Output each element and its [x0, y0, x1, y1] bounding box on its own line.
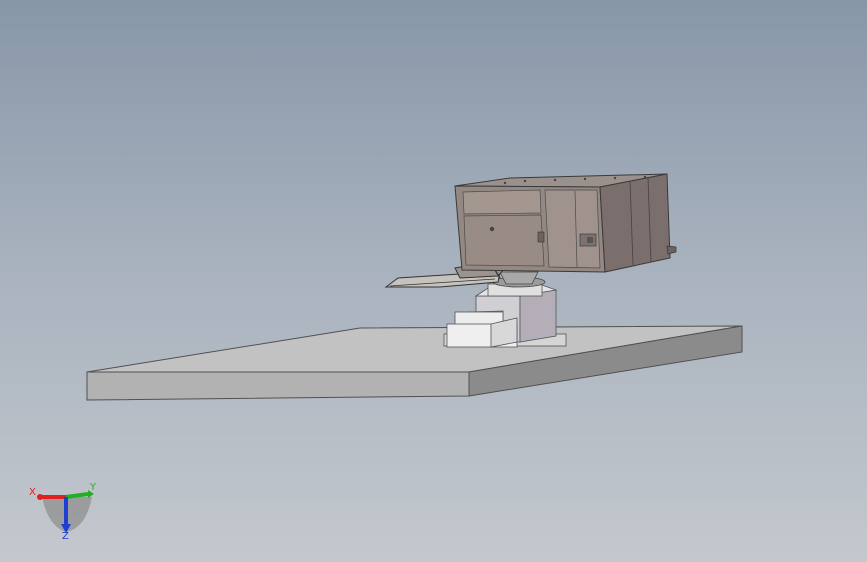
front-panel-left [462, 189, 542, 215]
mount-hole [489, 226, 495, 232]
pedestal[interactable] [443, 283, 567, 348]
pedestal-tower-side [519, 289, 557, 343]
base-plate[interactable] [86, 325, 743, 401]
enclosure-box[interactable] [454, 173, 677, 273]
front-panel-lower [463, 214, 545, 267]
x-axis-label: X [29, 487, 36, 498]
y-axis-label: Y [90, 482, 97, 493]
y-axis-arrow [65, 492, 89, 499]
coordinate-triad[interactable] [37, 490, 94, 533]
base-plate-front [86, 371, 470, 401]
front-panel-right [544, 189, 601, 269]
x-axis-head-icon [37, 494, 43, 500]
rotary-joint[interactable] [492, 271, 546, 288]
model-scene [37, 173, 743, 533]
joint-neck [499, 271, 539, 285]
enclosure-side [599, 173, 671, 273]
side-flange [666, 245, 677, 255]
z-axis-label: Z [62, 531, 69, 542]
3d-viewport[interactable]: X Y Z [0, 0, 867, 562]
